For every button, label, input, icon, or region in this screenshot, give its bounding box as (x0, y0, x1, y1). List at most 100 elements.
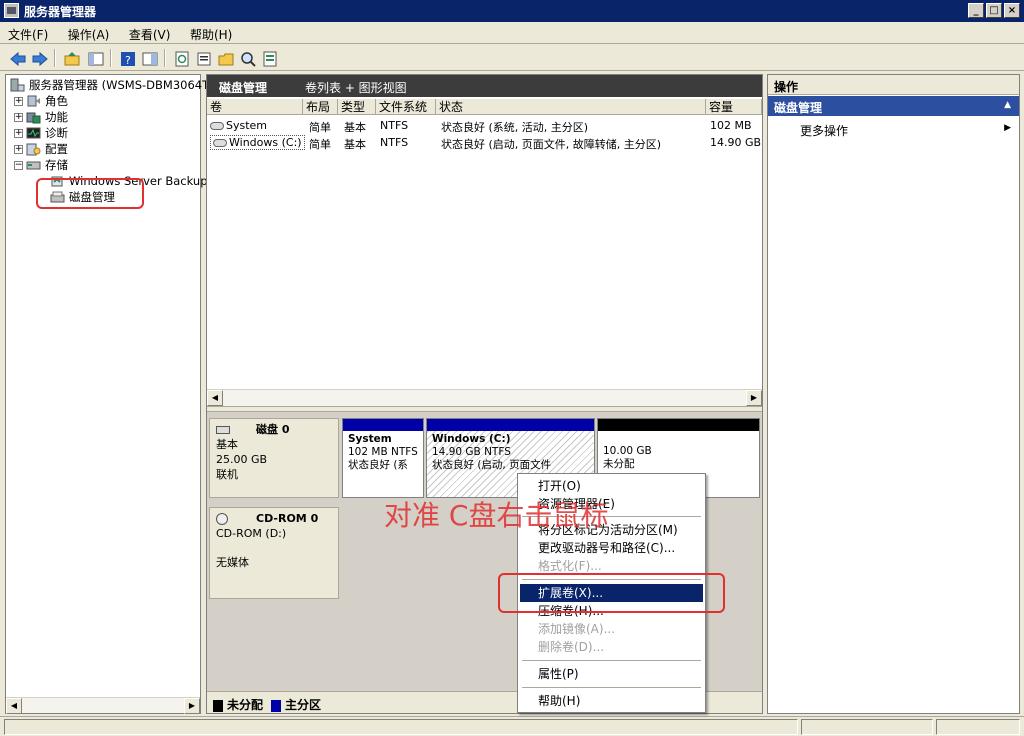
table-row[interactable]: Windows (C:) 简单 基本 NTFS 状态良好 (启动, 页面文件, … (207, 134, 762, 151)
tree-item-label: 功能 (45, 110, 68, 124)
back-icon[interactable] (8, 49, 26, 67)
cdrom0-info[interactable]: CD-ROM 0 CD-ROM (D:) 无媒体 (209, 507, 339, 599)
cell-layout: 简单 (309, 138, 331, 151)
find-icon[interactable] (238, 49, 256, 67)
expand-icon[interactable]: + (14, 144, 23, 154)
actions-section-disk-management[interactable]: 磁盘管理 ▲ (768, 96, 1019, 116)
cell-filesystem: NTFS (380, 136, 409, 149)
partition-size: 10.00 GB (603, 445, 652, 457)
tree-item-storage[interactable]: − 存储 (14, 157, 68, 173)
annotation-highlight-extend-volume (498, 573, 725, 613)
legend-primary: 主分区 (265, 696, 321, 713)
cell-type: 基本 (344, 138, 366, 151)
menu-file[interactable]: 文件(F) (0, 22, 56, 43)
partition-name: System (348, 433, 392, 445)
menu-view[interactable]: 查看(V) (121, 22, 179, 43)
primary-partition-bar (343, 419, 423, 431)
maximize-button[interactable]: □ (986, 3, 1002, 18)
submenu-arrow-icon: ▶ (1004, 123, 1011, 133)
cell-status: 状态良好 (启动, 页面文件, 故障转储, 主分区) (441, 138, 662, 151)
expand-icon[interactable]: + (14, 128, 23, 138)
status-cell (936, 719, 1020, 735)
tree-root-server-manager[interactable]: 服务器管理器 (WSMS-DBM3064TM (10, 77, 219, 93)
expand-icon[interactable]: + (14, 96, 23, 106)
col-layout[interactable]: 布局 (303, 99, 338, 115)
col-type[interactable]: 类型 (338, 99, 376, 115)
legend-label: 主分区 (285, 698, 322, 712)
server-icon (10, 78, 25, 92)
expand-icon[interactable]: + (14, 112, 23, 122)
partition-status: 状态良好 (启动, 页面文件 (432, 459, 552, 471)
partition-system[interactable]: System 102 MB NTFS 状态良好 (系 (342, 418, 424, 498)
tree-item-roles[interactable]: + 角色 (14, 93, 68, 109)
collapse-up-icon[interactable]: ▲ (1004, 100, 1011, 110)
up-folder-icon[interactable] (62, 49, 80, 67)
ctx-properties[interactable]: 属性(P) (520, 665, 703, 683)
tree-horizontal-scrollbar[interactable]: ◀ ▶ (6, 697, 200, 714)
refresh-icon[interactable] (172, 49, 190, 67)
export-icon[interactable] (260, 49, 278, 67)
scroll-left-arrow-icon[interactable]: ◀ (6, 698, 22, 714)
tree-item-diagnostics[interactable]: + 诊断 (14, 125, 68, 141)
properties-icon[interactable] (194, 49, 212, 67)
configuration-icon (26, 142, 41, 156)
collapse-icon[interactable]: − (14, 160, 23, 170)
disk0-size: 25.00 GB (216, 453, 268, 466)
minimize-button[interactable]: _ (968, 3, 984, 18)
actions-section-label: 磁盘管理 (774, 101, 823, 115)
ctx-add-mirror: 添加镜像(A)... (538, 622, 616, 636)
more-actions-item[interactable]: 更多操作 ▶ (768, 122, 1019, 140)
unallocated-bar (598, 419, 759, 431)
hard-disk-icon (216, 426, 230, 434)
ctx-change-drive-letter[interactable]: 更改驱动器号和路径(C)... (520, 539, 703, 557)
storage-icon (26, 158, 41, 172)
menu-bar: 文件(F) 操作(A) 查看(V) 帮助(H) (0, 22, 1024, 44)
features-icon (26, 110, 41, 124)
partition-size: 102 MB NTFS (348, 446, 418, 458)
window-title: 服务器管理器 (24, 5, 97, 19)
show-hide-tree-icon[interactable] (86, 49, 104, 67)
menu-help[interactable]: 帮助(H) (182, 22, 240, 43)
show-hide-action-icon[interactable] (140, 49, 158, 67)
status-bar (0, 716, 1024, 736)
open-icon[interactable] (216, 49, 234, 67)
volume-icon (210, 122, 224, 130)
ctx-open[interactable]: 打开(O) (520, 477, 703, 495)
cell-capacity: 14.90 GB (710, 136, 762, 149)
col-status[interactable]: 状态 (436, 99, 706, 115)
scroll-right-arrow-icon[interactable]: ▶ (184, 698, 200, 714)
ctx-help[interactable]: 帮助(H) (520, 692, 703, 710)
center-title: 磁盘管理 (219, 81, 268, 95)
help-icon[interactable]: ? (118, 49, 136, 67)
tree-item-label: 角色 (45, 94, 68, 108)
tree-item-label: 配置 (45, 142, 68, 156)
menu-action[interactable]: 操作(A) (60, 22, 118, 43)
cdrom0-status: 无媒体 (216, 556, 249, 569)
col-capacity[interactable]: 容量 (706, 99, 762, 115)
scroll-right-arrow-icon[interactable]: ▶ (746, 390, 762, 406)
table-row[interactable]: System 简单 基本 NTFS 状态良好 (系统, 活动, 主分区) 102… (207, 117, 762, 134)
status-cell-main (4, 719, 798, 735)
roles-icon (26, 94, 41, 108)
partition-size: 14.90 GB NTFS (432, 446, 511, 458)
menu-separator (522, 660, 701, 662)
menu-separator (522, 687, 701, 689)
volume-list-horizontal-scrollbar[interactable]: ◀ ▶ (207, 389, 762, 406)
cell-status: 状态良好 (系统, 活动, 主分区) (441, 121, 589, 134)
cell-volume: System (226, 119, 268, 132)
cell-layout: 简单 (309, 121, 331, 134)
tree-item-label: 存储 (45, 158, 68, 172)
scroll-left-arrow-icon[interactable]: ◀ (207, 390, 223, 406)
disk0-info[interactable]: 磁盘 0 基本 25.00 GB 联机 (209, 418, 339, 498)
center-header: 磁盘管理 卷列表 + 图形视图 (207, 75, 762, 97)
server-manager-icon (4, 3, 19, 18)
col-filesystem[interactable]: 文件系统 (376, 99, 436, 115)
forward-icon[interactable] (30, 49, 48, 67)
col-volume[interactable]: 卷 (207, 99, 303, 115)
actions-pane: 操作 磁盘管理 ▲ 更多操作 ▶ (767, 74, 1020, 714)
disk0-name: 磁盘 0 (256, 423, 290, 436)
tree-item-label: 诊断 (45, 126, 68, 140)
tree-item-configuration[interactable]: + 配置 (14, 141, 68, 157)
close-button[interactable]: × (1004, 3, 1020, 18)
tree-item-features[interactable]: + 功能 (14, 109, 68, 125)
